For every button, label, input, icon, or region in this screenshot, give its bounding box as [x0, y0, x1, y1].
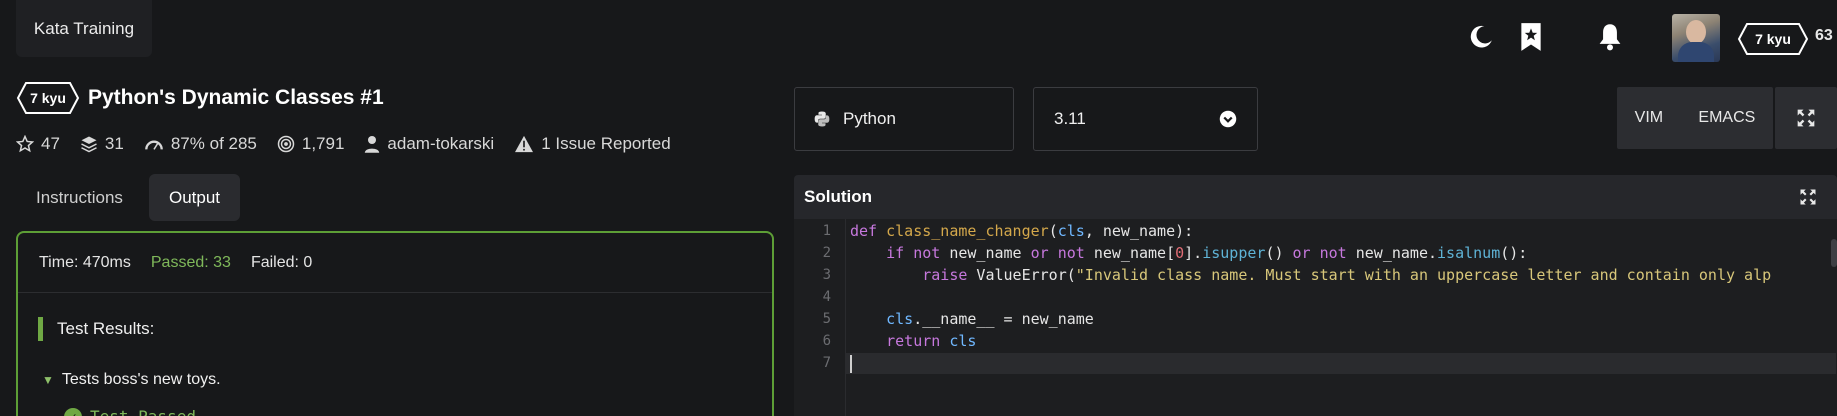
code-line-3: raise ValueError("Invalid class name. Mu…: [922, 266, 1772, 284]
issues-label: 1 Issue Reported: [541, 134, 671, 153]
code-line-5: cls.__name__ = new_name: [886, 310, 1094, 328]
describe-group[interactable]: ▼ Tests boss's new toys.: [42, 371, 221, 389]
tab-output[interactable]: Output: [149, 174, 241, 221]
output-summary: Time: 470ms Passed: 33 Failed: 0: [18, 233, 772, 293]
kata-stats: 47 31 87% of 285 1,791 adam-tokarski 1 I…: [16, 134, 691, 154]
user-avatar[interactable]: [1672, 14, 1720, 62]
code-line-1: def class_name_changer(cls, new_name):: [850, 222, 1194, 240]
line-number: 3: [822, 267, 831, 283]
issues-stat[interactable]: 1 Issue Reported: [514, 134, 671, 154]
line-number: 7: [822, 355, 831, 371]
author-name: adam-tokarski: [387, 134, 495, 153]
stars-count: 47: [41, 134, 60, 153]
completed-count: 1,791: [301, 134, 345, 153]
bell-icon[interactable]: [1595, 22, 1625, 52]
test-results-label: Test Results:: [57, 319, 155, 338]
run-time: Time: 470ms: [39, 253, 131, 271]
satisfaction-stat: 87% of 285: [144, 134, 257, 154]
layers-icon: [81, 136, 97, 153]
line-number: 4: [822, 289, 831, 305]
satisfaction-votes: of 285: [209, 134, 257, 153]
output-panel: Time: 470ms Passed: 33 Failed: 0 Test Re…: [16, 231, 774, 416]
language-value: Python: [843, 109, 896, 128]
describe-label: Tests boss's new toys.: [61, 371, 221, 388]
tab-instructions-label: Instructions: [36, 187, 123, 207]
satisfaction-percent: 87%: [170, 134, 205, 153]
code-line-6: return cls: [886, 332, 977, 350]
expand-icon: [1797, 109, 1815, 127]
chevron-down-circle-icon: [1219, 110, 1237, 128]
line-number: 2: [822, 245, 831, 261]
solution-header: Solution: [794, 175, 1837, 219]
author-stat[interactable]: adam-tokarski: [364, 134, 494, 154]
collections-count: 31: [104, 134, 124, 153]
failed-count: Failed: 0: [250, 253, 313, 271]
python-icon: [814, 111, 830, 127]
bookmark-star-icon[interactable]: [1516, 22, 1546, 52]
chevron-down-icon: ▼: [42, 373, 54, 387]
code-line-2: if not new_name or not new_name[0].isupp…: [886, 244, 1528, 262]
star-icon: [16, 135, 34, 153]
test-passed-label: Test Passed: [90, 407, 196, 416]
target-icon: [277, 135, 295, 153]
check-circle-icon: ✓: [64, 407, 82, 416]
emacs-mode-button[interactable]: EMACS: [1698, 109, 1755, 127]
kata-title[interactable]: Python's Dynamic Classes #1: [88, 86, 384, 110]
collections-stat[interactable]: 31: [80, 134, 124, 154]
active-line-highlight: [846, 353, 1836, 374]
stars-stat[interactable]: 47: [16, 134, 60, 154]
moon-icon[interactable]: [1466, 22, 1496, 52]
fullscreen-button[interactable]: [1775, 87, 1837, 149]
test-results-heading: Test Results:: [38, 317, 154, 341]
tab-instructions[interactable]: Instructions: [16, 174, 143, 221]
expand-icon[interactable]: [1799, 188, 1817, 206]
line-number: 1: [822, 223, 831, 239]
code-editor[interactable]: 1 2 3 4 5 6 7 def class_name_changer(cls…: [794, 219, 1837, 416]
line-number: 6: [822, 333, 831, 349]
keybinding-mode-group: VIM EMACS: [1617, 87, 1773, 149]
line-number: 5: [822, 311, 831, 327]
text-caret: [850, 355, 852, 373]
gauge-icon: [144, 140, 163, 150]
kata-rank-badge: 7 kyu: [16, 81, 80, 115]
passed-count: Passed: 33: [150, 253, 231, 271]
tab-output-label: Output: [169, 187, 221, 207]
kata-rank-label: 7 kyu: [30, 90, 66, 106]
kata-training-button[interactable]: Kata Training: [16, 0, 152, 57]
test-passed-item: ✓ Test Passed: [64, 407, 196, 416]
version-value: 3.11: [1054, 109, 1086, 128]
user-icon: [365, 136, 380, 153]
solution-title: Solution: [804, 187, 872, 206]
language-select[interactable]: Python: [794, 87, 1014, 151]
editor-scrollbar[interactable]: [1831, 239, 1837, 267]
line-number-gutter: 1 2 3 4 5 6 7: [794, 219, 846, 416]
honor-score: 63: [1815, 27, 1833, 44]
vim-mode-button[interactable]: VIM: [1635, 109, 1663, 127]
kata-training-label: Kata Training: [33, 18, 135, 38]
user-rank-label: 7 kyu: [1755, 31, 1791, 47]
completed-stat: 1,791: [277, 134, 345, 154]
solution-panel: Solution 1 2 3 4 5 6 7 def class_name_ch…: [794, 175, 1837, 416]
version-select[interactable]: 3.11: [1033, 87, 1258, 151]
warning-icon: [515, 135, 534, 153]
user-rank-badge: 7 kyu: [1737, 22, 1809, 56]
